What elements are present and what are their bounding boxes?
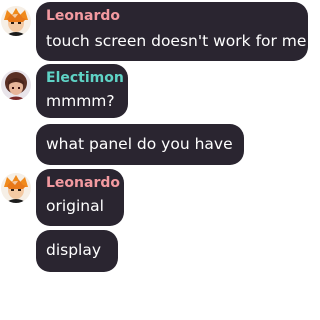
avatar-electimon[interactable] — [1, 70, 31, 100]
message-text: original — [46, 197, 104, 215]
message-text: touch screen doesn't work for me — [46, 32, 307, 50]
message-text: what panel do you have — [46, 135, 233, 153]
message-bubble-5[interactable]: display — [36, 230, 118, 272]
message-text: display — [46, 241, 102, 259]
message-bubble-1[interactable]: Leonardo touch screen doesn't work for m… — [36, 2, 308, 61]
author-name-electimon[interactable]: Electimon — [46, 70, 124, 87]
avatar-leonardo[interactable] — [1, 173, 31, 203]
message-bubble-3[interactable]: what panel do you have — [36, 124, 244, 165]
message-bubble-2[interactable]: Electimon mmmm? — [36, 64, 128, 118]
orange-haired-avatar-icon — [1, 6, 31, 36]
author-name-leonardo[interactable]: Leonardo — [46, 8, 298, 25]
author-name-leonardo[interactable]: Leonardo — [46, 175, 120, 192]
orange-haired-avatar-icon — [1, 173, 31, 203]
avatar-leonardo[interactable] — [1, 6, 31, 36]
message-text: mmmm? — [46, 92, 115, 110]
dark-haired-avatar-icon — [1, 70, 31, 100]
message-bubble-4[interactable]: Leonardo original — [36, 169, 124, 226]
